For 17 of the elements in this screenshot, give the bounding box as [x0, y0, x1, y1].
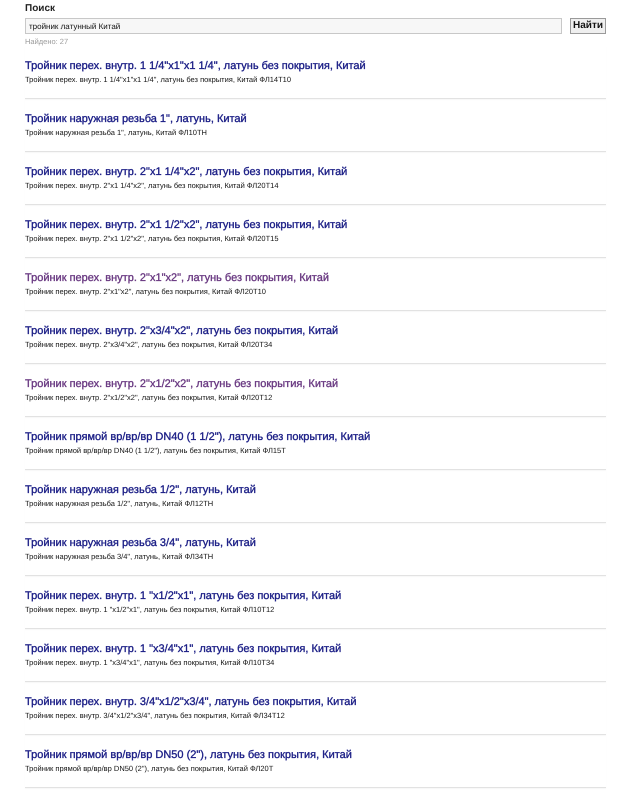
result-title-link[interactable]: Тройник перех. внутр. 2"x1/2"x2", латунь без покрытия, Китай: [25, 377, 338, 391]
result-title-link[interactable]: Тройник перех. внутр. 2"x3/4"x2", латунь без покрытия, Китай: [25, 324, 338, 338]
result-title-link[interactable]: Тройник перех. внутр. 2"x1 1/2"x2", латунь без покрытия, Китай: [25, 218, 348, 232]
result-title-link[interactable]: Тройник прямой вр/вр/вр DN50 (2"), латунь без покрытия, Китай: [25, 748, 352, 762]
result-title-link[interactable]: Тройник наружная резьба 1/2", латунь, Китай: [25, 483, 256, 497]
result-title-link[interactable]: Тройник перех. внутр. 1 "x3/4"x1", латунь без покрытия, Китай: [25, 642, 342, 656]
result-title-link[interactable]: Тройник перех. внутр. 2"x1 1/4"x2", латунь без покрытия, Китай: [25, 165, 348, 179]
result-title-link[interactable]: Тройник прямой вр/вр/вр DN40 (1 1/2"), латунь без покрытия, Китай: [25, 430, 370, 444]
result-title-link[interactable]: Тройник перех. внутр. 3/4"x1/2"x3/4", латунь без покрытия, Китай: [25, 695, 356, 709]
search-button[interactable]: Найти: [570, 18, 606, 34]
result-title-link[interactable]: Тройник перех. внутр. 1 "x1/2"x1", латунь без покрытия, Китай: [25, 589, 342, 603]
result-title-link[interactable]: Тройник перех. внутр. 2"x1"x2", латунь без покрытия, Китай: [25, 271, 329, 285]
search-field[interactable]: тройник латунный Китай: [25, 18, 562, 34]
result-title-link[interactable]: Тройник перех. внутр. 1 1/4"x1"x1 1/4", латунь без покрытия, Китай: [25, 59, 366, 73]
result-title-link[interactable]: Тройник наружная резьба 1", латунь, Китай: [25, 112, 247, 126]
search-label: Поиск: [25, 3, 56, 15]
result-title-link[interactable]: Тройник наружная резьба 3/4", латунь, Китай: [25, 536, 256, 550]
